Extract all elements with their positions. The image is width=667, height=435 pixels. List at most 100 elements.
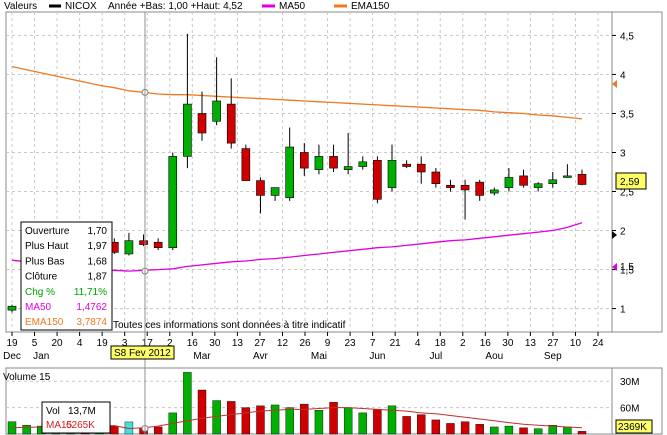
volume-bar xyxy=(519,427,528,435)
y-tick-label: 3 xyxy=(620,148,626,159)
info-row-value: 1,70 xyxy=(88,226,108,237)
month-label: Jun xyxy=(369,351,385,362)
month-label: Mar xyxy=(193,351,211,362)
candle-body xyxy=(183,103,192,157)
candle-body xyxy=(212,100,221,122)
price-chart: 11,522,533,544,5 19 5 20 4 19 3 17 2 16 30 13 27 12 2… xyxy=(3,1,663,435)
x-tick-label: 16 xyxy=(480,338,492,349)
volume-bar xyxy=(490,426,499,435)
x-tick-label: 13 xyxy=(232,338,244,349)
volume-bar xyxy=(504,425,514,435)
y-tick-label: 2 xyxy=(620,227,626,238)
candle-body xyxy=(285,146,294,199)
x-tick-label: 27 xyxy=(254,338,266,349)
legend-ema150: EMA150 xyxy=(351,1,390,12)
vol-label: Vol xyxy=(46,406,60,417)
volume-bar xyxy=(533,428,543,435)
candle-body xyxy=(241,148,251,181)
vol-value: 13,7M xyxy=(68,406,96,417)
candle-body xyxy=(168,156,178,249)
right-axis-frame xyxy=(611,11,663,333)
x-tick-label: 12 xyxy=(277,338,289,349)
x-tick-label: 7 xyxy=(370,338,376,349)
info-row-label: Chg % xyxy=(25,287,55,298)
x-tick-label: 4 xyxy=(77,338,83,349)
volume-bar xyxy=(460,421,470,435)
volume-bar xyxy=(241,407,251,435)
month-label: Aou xyxy=(485,351,503,362)
x-tick-label: 20 xyxy=(52,338,64,349)
y-tick-label: 4,5 xyxy=(620,31,634,42)
volume-bar xyxy=(227,401,236,435)
candle-body xyxy=(577,174,587,185)
x-tick-label: 19 xyxy=(97,338,109,349)
date-x-axis: 19 5 20 4 19 3 17 2 16 30 13 27 12 26 9 23 7 21 4 18 2 16 30 13… xyxy=(3,332,604,362)
volume-info-box: Vol 13,7M MA15 6265K xyxy=(41,401,111,434)
volume-bar xyxy=(475,424,484,435)
candle-body xyxy=(387,159,397,188)
volume-bar xyxy=(343,407,353,435)
volume-bar xyxy=(402,416,411,435)
x-tick-label: 4 xyxy=(415,338,421,349)
volume-bar xyxy=(417,414,426,435)
volume-bar xyxy=(285,407,294,435)
info-row-value: 1,68 xyxy=(88,256,108,267)
info-row-label: Ouverture xyxy=(25,226,70,237)
volume-bar xyxy=(577,431,587,435)
volume-bar xyxy=(270,404,280,435)
x-tick-label: 30 xyxy=(502,338,514,349)
last-price-label: 2,59 xyxy=(620,177,640,188)
volume-bar xyxy=(563,426,572,435)
info-row-label: EMA150 xyxy=(25,317,64,328)
volume-bar xyxy=(110,425,119,435)
volume-title: Volume 15 xyxy=(3,372,51,383)
month-label: Jan xyxy=(33,351,49,362)
volume-bar xyxy=(373,409,382,435)
month-label: Sep xyxy=(544,351,562,362)
candle-body xyxy=(548,179,558,185)
candle-body xyxy=(314,156,324,170)
volume-bar xyxy=(314,410,324,435)
candle-body xyxy=(446,184,455,188)
candle-body xyxy=(373,159,382,200)
volume-bar xyxy=(183,372,192,435)
candle-body xyxy=(519,175,528,186)
x-tick-label: 13 xyxy=(525,338,537,349)
legend-ma50: MA50 xyxy=(279,1,306,12)
x-tick-label: 26 xyxy=(299,338,311,349)
ma50-marker-label: 1,5 xyxy=(620,262,634,273)
y-tick-label: 3,5 xyxy=(620,109,634,120)
legend: Valeurs NICOX Année +Bas: 1,00 +Haut: 4,… xyxy=(4,1,390,12)
candle-body xyxy=(490,189,499,194)
y-tick-label: 4 xyxy=(620,70,626,81)
candle-body xyxy=(256,180,265,196)
ma15-value: 6265K xyxy=(66,420,95,431)
x-tick-label: 21 xyxy=(390,338,402,349)
volume-bar xyxy=(300,403,309,435)
x-tick-label: 9 xyxy=(325,338,331,349)
x-tick-label: 24 xyxy=(592,338,604,349)
info-row-label: Plus Bas xyxy=(25,256,64,267)
candle-body xyxy=(343,166,353,170)
volume-bar xyxy=(153,426,163,435)
x-tick-label: 30 xyxy=(209,338,221,349)
legend-nicox: NICOX xyxy=(65,1,97,12)
x-tick-label: 10 xyxy=(570,338,582,349)
candle-body xyxy=(475,181,484,196)
candle-body xyxy=(504,177,514,188)
volume-bar xyxy=(431,419,441,435)
candle-body xyxy=(139,240,148,245)
volume-bar xyxy=(197,389,207,435)
x-tick-label: 19 xyxy=(6,338,18,349)
ohlc-info-box: Ouverture 1,70 Plus Haut 1,97 Plus Bas 1,68 Cl… xyxy=(20,221,113,331)
x-tick-label: 27 xyxy=(547,338,559,349)
candle-body xyxy=(7,305,17,311)
candle-body xyxy=(431,171,441,185)
month-label: Mai xyxy=(311,351,327,362)
volume-bar xyxy=(212,400,221,435)
info-row-value: 1,87 xyxy=(88,272,108,283)
cursor-date-label: S8 Fev 2012 xyxy=(114,348,171,359)
disclaimer: Toutes ces informations sont données à t… xyxy=(113,320,346,331)
legend-year-range: Année +Bas: 1,00 +Haut: 4,52 xyxy=(108,1,243,12)
volume-bar xyxy=(358,412,367,435)
